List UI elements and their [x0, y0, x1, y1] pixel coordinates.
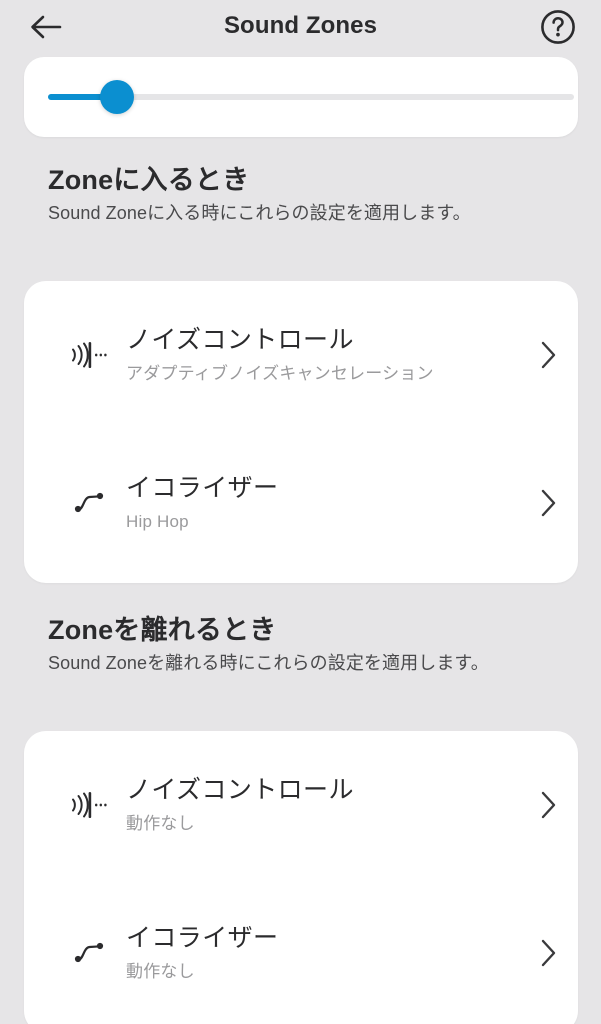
- noise-control-icon-glyph: [72, 342, 107, 368]
- chevron-right-icon[interactable]: [518, 788, 578, 822]
- question-circle-icon: [541, 10, 575, 44]
- section-description: Sound Zoneを離れる時にこれらの設定を適用します。: [48, 653, 489, 673]
- section-title: Zoneに入るとき: [48, 165, 250, 195]
- row-subtitle: Hip Hop: [126, 512, 189, 531]
- volume-slider-card: [24, 57, 578, 137]
- equalizer-icon-glyph: [74, 492, 104, 513]
- row-title: ノイズコントロール: [126, 776, 354, 804]
- row-equalizer-leave[interactable]: イコライザー 動作なし: [24, 879, 578, 1024]
- app-header: Sound Zones: [0, 0, 601, 52]
- row-title: イコライザー: [126, 474, 279, 502]
- equalizer-icon: [58, 487, 122, 519]
- zone-size-slider[interactable]: [48, 80, 574, 114]
- chevron-right-icon-glyph: [541, 939, 556, 967]
- row-text: イコライザー 動作なし: [126, 922, 518, 984]
- leave-zone-settings-card: ノイズコントロール 動作なし イコライザー 動作なし: [24, 731, 578, 1024]
- chevron-right-icon[interactable]: [518, 486, 578, 520]
- arrow-left-icon: [31, 15, 62, 39]
- back-button[interactable]: [24, 8, 68, 46]
- help-button[interactable]: [537, 6, 579, 48]
- row-subtitle: 動作なし: [126, 814, 195, 833]
- row-noise-control-leave[interactable]: ノイズコントロール 動作なし: [24, 731, 578, 879]
- row-title: イコライザー: [126, 924, 279, 952]
- sound-zones-screen: Sound Zones Zoneに入るとき Sound Zoneに入る時にこれら…: [0, 0, 601, 1024]
- section-leave-zone-header: Zoneを離れるとき Sound Zoneを離れる時にこれらの設定を適用します。: [48, 613, 559, 676]
- row-text: イコライザー Hip Hop: [126, 472, 518, 534]
- equalizer-icon-glyph: [74, 942, 104, 963]
- slider-thumb[interactable]: [100, 80, 134, 114]
- row-subtitle: アダプティブノイズキャンセレーション: [126, 364, 434, 383]
- equalizer-icon: [58, 937, 122, 969]
- chevron-right-icon-glyph: [541, 341, 556, 369]
- noise-control-icon: [58, 338, 122, 372]
- row-subtitle: 動作なし: [126, 962, 195, 981]
- chevron-right-icon[interactable]: [518, 338, 578, 372]
- row-equalizer-enter[interactable]: イコライザー Hip Hop: [24, 429, 578, 577]
- section-title: Zoneを離れるとき: [48, 615, 277, 645]
- enter-zone-settings-card: ノイズコントロール アダプティブノイズキャンセレーション イコライザー Hip …: [24, 281, 578, 583]
- chevron-right-icon-glyph: [541, 489, 556, 517]
- section-enter-zone-header: Zoneに入るとき Sound Zoneに入る時にこれらの設定を適用します。: [48, 163, 559, 226]
- noise-control-icon-glyph: [72, 792, 107, 818]
- noise-control-icon: [58, 788, 122, 822]
- row-text: ノイズコントロール 動作なし: [126, 774, 518, 836]
- section-description: Sound Zoneに入る時にこれらの設定を適用します。: [48, 203, 471, 223]
- chevron-right-icon-glyph: [541, 791, 556, 819]
- row-text: ノイズコントロール アダプティブノイズキャンセレーション: [126, 324, 518, 386]
- row-noise-control-enter[interactable]: ノイズコントロール アダプティブノイズキャンセレーション: [24, 281, 578, 429]
- page-title: Sound Zones: [223, 12, 378, 39]
- row-title: ノイズコントロール: [126, 326, 354, 354]
- chevron-right-icon[interactable]: [518, 936, 578, 970]
